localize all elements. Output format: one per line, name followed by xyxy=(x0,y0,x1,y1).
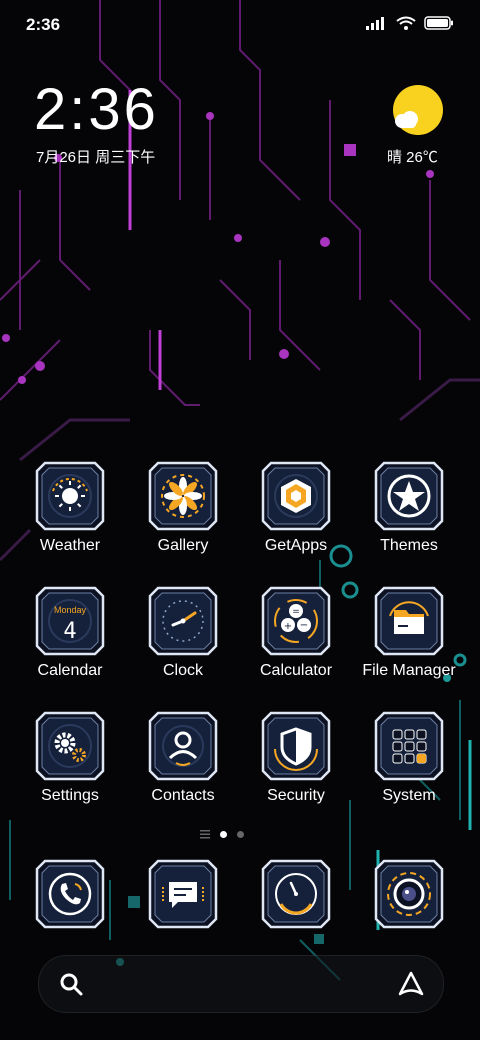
search-icon[interactable] xyxy=(59,972,83,996)
svg-text:=: = xyxy=(292,607,300,617)
shield-icon[interactable] xyxy=(261,711,331,781)
svg-text:+: + xyxy=(284,621,292,632)
app-clock[interactable]: Clock xyxy=(127,586,239,680)
page-dot-active[interactable] xyxy=(220,831,227,838)
app-weather[interactable]: Weather xyxy=(14,461,126,555)
signal-icon xyxy=(366,17,384,30)
app-getapps[interactable]: GetApps xyxy=(240,461,352,555)
contact-person-icon[interactable] xyxy=(148,711,218,781)
app-calculator[interactable]: = + − Calculator xyxy=(240,586,352,680)
app-label: Gallery xyxy=(157,537,209,554)
app-label: Calendar xyxy=(37,662,103,679)
calendar-icon[interactable]: Monday 4 xyxy=(35,586,105,656)
app-file-manager[interactable]: File Manager xyxy=(353,586,465,680)
app-label: Contacts xyxy=(151,787,215,804)
clock-widget-time[interactable]: 2:36 xyxy=(34,78,159,142)
message-icon[interactable] xyxy=(148,859,218,929)
app-label: File Manager xyxy=(362,662,456,679)
weather-widget-text[interactable]: 晴 26℃ xyxy=(387,146,438,167)
search-bar[interactable] xyxy=(38,955,444,1013)
themes-star-icon[interactable] xyxy=(374,461,444,531)
app-contacts[interactable]: Contacts xyxy=(127,711,239,805)
clock-icon[interactable] xyxy=(148,586,218,656)
dock-message[interactable] xyxy=(127,859,239,929)
assistant-icon[interactable] xyxy=(397,970,425,998)
page-indicator[interactable] xyxy=(200,830,244,839)
app-security[interactable]: Security xyxy=(240,711,352,805)
app-themes[interactable]: Themes xyxy=(353,461,465,555)
status-time: 2:36 xyxy=(26,15,61,34)
app-label: Settings xyxy=(41,787,99,804)
dock-browser-compass[interactable] xyxy=(240,859,352,929)
status-icons xyxy=(366,16,454,30)
svg-text:−: − xyxy=(300,620,308,631)
clock-widget-date[interactable]: 7月26日 周三下午 xyxy=(36,146,155,167)
app-label: GetApps xyxy=(264,537,328,554)
folder-icon[interactable] xyxy=(374,586,444,656)
app-label: Security xyxy=(267,787,325,804)
phone-icon[interactable] xyxy=(35,859,105,929)
app-label: Clock xyxy=(162,662,203,679)
system-grid-icon[interactable] xyxy=(374,711,444,781)
weather-sun-icon[interactable] xyxy=(35,461,105,531)
camera-icon[interactable] xyxy=(374,859,444,929)
svg-text:4: 4 xyxy=(63,619,76,644)
app-settings[interactable]: Settings xyxy=(14,711,126,805)
browser-compass-icon[interactable] xyxy=(261,859,331,929)
status-bar: 2:36 xyxy=(0,0,480,50)
app-gallery[interactable]: Gallery xyxy=(127,461,239,555)
page-dot[interactable] xyxy=(237,831,244,838)
calculator-icon[interactable]: = + − xyxy=(261,586,331,656)
weather-widget-sun-icon[interactable] xyxy=(392,84,444,136)
menu-lines-icon xyxy=(200,830,210,839)
gear-icon[interactable] xyxy=(35,711,105,781)
calendar-day-text: Monday xyxy=(54,605,87,615)
battery-icon xyxy=(424,16,453,30)
gallery-flower-icon[interactable] xyxy=(148,461,218,531)
app-label: Themes xyxy=(380,537,438,554)
getapps-cube-icon[interactable] xyxy=(261,461,331,531)
dock-phone[interactable] xyxy=(14,859,126,929)
dock-camera[interactable] xyxy=(353,859,465,929)
app-label: Weather xyxy=(39,537,101,554)
app-calendar[interactable]: Monday 4 Calendar xyxy=(14,586,126,680)
wifi-icon xyxy=(396,16,416,30)
app-label: System xyxy=(382,787,436,804)
app-system[interactable]: System xyxy=(353,711,465,805)
app-label: Calculator xyxy=(259,662,333,679)
